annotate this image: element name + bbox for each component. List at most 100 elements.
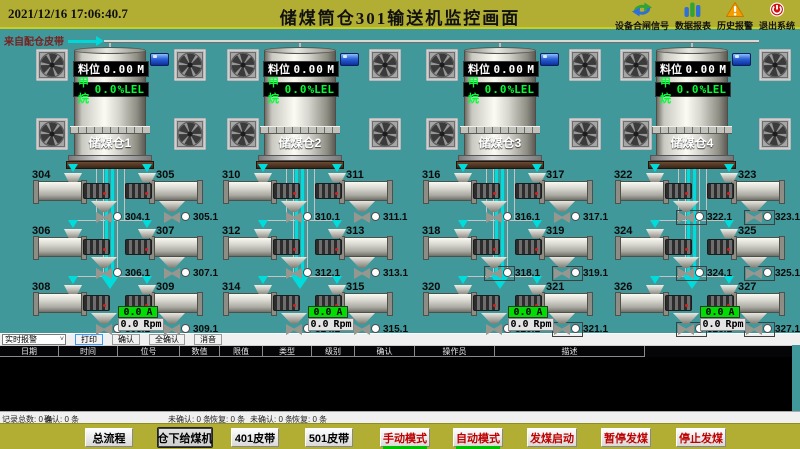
feeder-motor [665, 295, 692, 311]
feeder-motor [273, 295, 300, 311]
warning-triangle-icon [726, 1, 744, 18]
nav-button-6[interactable]: 发煤启动 [527, 428, 577, 447]
valve-label: 306.1 [125, 268, 150, 279]
screw-feeder[interactable] [541, 237, 591, 257]
screw-feeder[interactable] [733, 181, 783, 201]
ack-all-button[interactable]: 全确认 [149, 334, 185, 345]
screw-feeder[interactable] [225, 293, 275, 313]
screw-feeder[interactable] [733, 293, 783, 313]
valve-label: 317.1 [583, 212, 608, 223]
valve-indicator [571, 268, 580, 277]
screw-feeder[interactable] [617, 237, 667, 257]
exhaust-fan-icon [227, 118, 259, 150]
print-button[interactable]: 打印 [75, 334, 103, 345]
nav-button-1[interactable]: 仓下给煤机 [158, 428, 212, 447]
nav-button-8[interactable]: 停止发煤 [676, 428, 726, 447]
feeder-number: 307 [156, 225, 174, 237]
screw-feeder[interactable] [35, 237, 85, 257]
discharge-funnel [159, 257, 185, 268]
feeder-motor [665, 239, 692, 255]
feeder-number: 311 [346, 169, 364, 181]
valve-label: 307.1 [193, 268, 218, 279]
screw-feeder[interactable] [341, 181, 391, 201]
screw-feeder[interactable] [151, 293, 201, 313]
discharge-valve[interactable] [164, 212, 180, 223]
valve-indicator [763, 268, 772, 277]
screw-feeder[interactable] [733, 237, 783, 257]
alarm-table[interactable]: 日期时间位号数值限值类型级别确认操作员描述 [0, 345, 792, 411]
exhaust-fan-icon [620, 118, 652, 150]
valve-label: 318.1 [515, 268, 540, 279]
discharge-valve[interactable] [354, 268, 370, 279]
nav-button-2[interactable]: 401皮带 [231, 428, 279, 447]
discharge-valve[interactable] [286, 212, 302, 223]
discharge-funnel [281, 313, 307, 324]
alarm-filter-dropdown[interactable]: 实时报警 ˅ [2, 334, 66, 345]
header-button-0[interactable]: 设备合闸信号 [615, 1, 669, 32]
screw-feeder[interactable] [617, 181, 667, 201]
screw-feeder[interactable] [225, 181, 275, 201]
bar-chart-icon [684, 1, 701, 18]
discharge-valve[interactable] [554, 212, 570, 223]
discharge-valve[interactable] [486, 212, 502, 223]
level-unit: M [719, 63, 726, 76]
screw-feeder[interactable] [617, 293, 667, 313]
header-button-2[interactable]: 历史报警 [717, 1, 753, 32]
valve-label: 319.1 [583, 268, 608, 279]
methane-value: 0.0 [677, 83, 700, 96]
methane-label: 甲烷 [78, 74, 95, 106]
valve-indicator [571, 324, 580, 333]
header-button-3[interactable]: 退出系统 [759, 1, 795, 32]
methane-display: 甲烷0.0%LEL [463, 82, 539, 97]
screw-feeder[interactable] [341, 237, 391, 257]
header-button-1[interactable]: 数据报表 [675, 1, 711, 32]
silo-base-ring [458, 155, 542, 161]
screw-feeder[interactable] [341, 293, 391, 313]
screw-feeder[interactable] [425, 237, 475, 257]
valve-label: 312.1 [315, 268, 340, 279]
discharge-funnel [159, 201, 185, 212]
nav-button-4[interactable]: 手动模式 [380, 428, 430, 447]
ack-button[interactable]: 确认 [112, 334, 140, 345]
screw-feeder[interactable] [151, 237, 201, 257]
power-icon [769, 1, 785, 18]
methane-label: 甲烷 [468, 74, 485, 106]
screw-feeder[interactable] [35, 181, 85, 201]
feeder-motor [707, 183, 734, 199]
valve-label: 323.1 [775, 212, 800, 223]
valve-indicator [113, 212, 122, 221]
silo-name: 储煤仓2 [265, 134, 335, 151]
valve-label: 316.1 [515, 212, 540, 223]
screw-feeder[interactable] [425, 181, 475, 201]
nav-button-7[interactable]: 暂停发煤 [601, 428, 651, 447]
discharge-manifold [256, 161, 344, 169]
discharge-manifold [456, 161, 544, 169]
screw-feeder[interactable] [541, 181, 591, 201]
valve-indicator [695, 212, 704, 221]
screw-feeder[interactable] [541, 293, 591, 313]
methane-label: 甲烷 [660, 74, 677, 106]
belt-flow-arrow [68, 40, 96, 43]
discharge-valve[interactable] [354, 212, 370, 223]
screw-feeder[interactable] [35, 293, 85, 313]
screw-feeder[interactable] [225, 237, 275, 257]
mute-button[interactable]: 消音 [194, 334, 222, 345]
screw-feeder[interactable] [425, 293, 475, 313]
flow-arrow-icon [68, 220, 78, 228]
nav-button-5[interactable]: 自动模式 [453, 428, 503, 447]
exhaust-fan-icon [36, 49, 68, 81]
discharge-valve[interactable] [96, 212, 112, 223]
nav-button-0[interactable]: 总流程 [85, 428, 133, 447]
alarm-table-header: 日期时间位号数值限值类型级别确认操作员描述 [0, 346, 792, 357]
level-unit: M [327, 63, 334, 76]
nav-button-3[interactable]: 501皮带 [305, 428, 353, 447]
rpm-unit: Rpm [534, 319, 552, 330]
discharge-valve[interactable] [164, 268, 180, 279]
hmi-screen: 2021/12/16 17:06:40.7 储煤筒仓301输送机监控画面 设备合… [0, 0, 800, 449]
feeder-number: 304 [32, 169, 50, 181]
valve-label: 315.1 [383, 324, 408, 335]
exhaust-fan-icon [36, 118, 68, 150]
feeder-number: 324 [614, 225, 632, 237]
silo-base-ring [68, 155, 152, 161]
screw-feeder[interactable] [151, 181, 201, 201]
